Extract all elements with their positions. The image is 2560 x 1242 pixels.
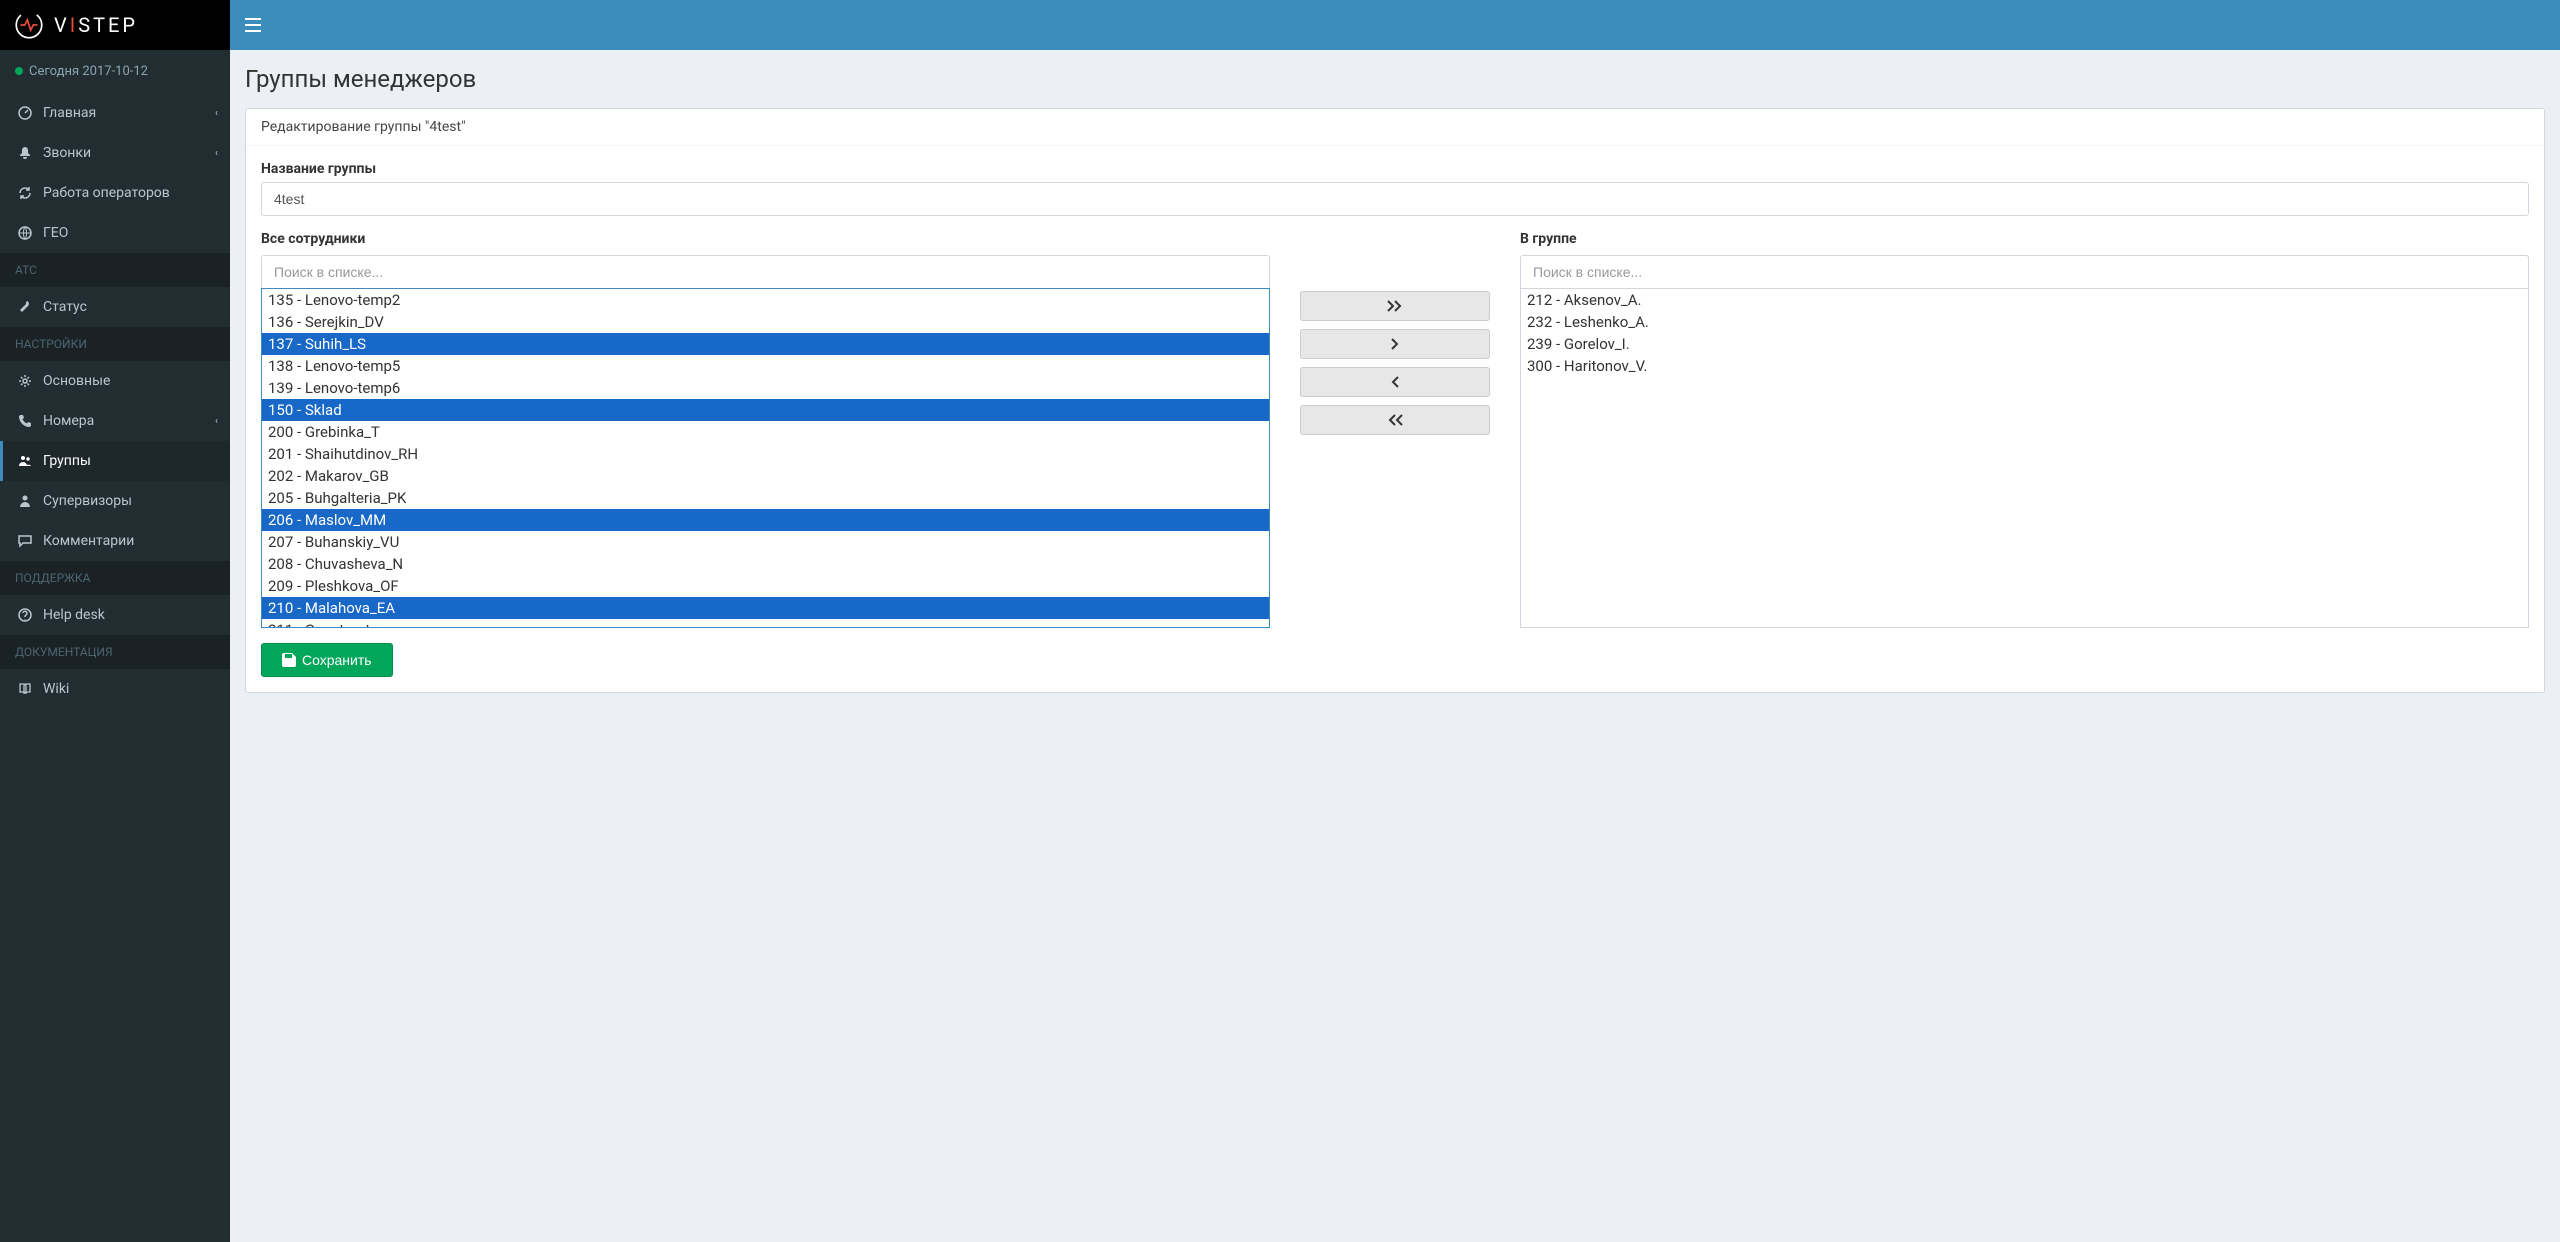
list-item[interactable]: 200 - Grebinka_T: [262, 421, 1269, 443]
status-dot-icon: [15, 67, 23, 75]
move-all-left-button[interactable]: [1300, 405, 1490, 435]
save-button[interactable]: Сохранить: [261, 643, 393, 677]
users-icon: [15, 454, 35, 468]
save-button-label: Сохранить: [302, 652, 372, 668]
topbar: [230, 0, 2560, 50]
sidebar-item-label: Wiki: [43, 681, 69, 697]
page-title: Группы менеджеров: [245, 65, 2545, 93]
list-item[interactable]: 138 - Lenovo-temp5: [262, 355, 1269, 377]
sidebar-item-wiki[interactable]: Wiki: [0, 669, 230, 709]
sidebar-item-label: Работа операторов: [43, 185, 170, 201]
bell-icon: [15, 146, 35, 160]
all-employees-list[interactable]: 135 - Lenovo-temp2136 - Serejkin_DV137 -…: [261, 288, 1270, 628]
sidebar-item-label: Комментарии: [43, 533, 134, 549]
nav-header-atc: АТС: [0, 253, 230, 287]
double-chevron-left-icon: [1387, 414, 1403, 426]
chevron-left-icon: ‹: [215, 416, 218, 427]
sidebar-item-статус[interactable]: Статус: [0, 287, 230, 327]
in-group-search-input[interactable]: [1520, 255, 2529, 288]
move-right-button[interactable]: [1300, 329, 1490, 359]
list-item[interactable]: 137 - Suhih_LS: [262, 333, 1269, 355]
list-item[interactable]: 201 - Shaihutdinov_RH: [262, 443, 1269, 465]
move-all-right-button[interactable]: [1300, 291, 1490, 321]
list-item[interactable]: 135 - Lenovo-temp2: [262, 289, 1269, 311]
sidebar-item-главная[interactable]: Главная ‹: [0, 93, 230, 133]
edit-panel: Редактирование группы "4test" Название г…: [245, 108, 2545, 693]
sidebar: VISTEP Сегодня 2017-10-12 Главная‹Звонки…: [0, 0, 230, 1242]
sidebar-item-label: Группы: [43, 453, 91, 469]
question-icon: [15, 608, 35, 622]
list-item[interactable]: 136 - Serejkin_DV: [262, 311, 1269, 333]
comment-icon: [15, 534, 35, 548]
chevron-right-icon: [1390, 338, 1400, 350]
panel-title: Редактирование группы "4test": [246, 109, 2544, 146]
sidebar-item-help-desk[interactable]: Help desk: [0, 595, 230, 635]
sidebar-item-звонки[interactable]: Звонки ‹: [0, 133, 230, 173]
hamburger-icon[interactable]: [245, 18, 261, 32]
sidebar-item-label: Звонки: [43, 145, 91, 161]
list-item[interactable]: 208 - Chuvasheva_N: [262, 553, 1269, 575]
list-item[interactable]: 210 - Malahova_EA: [262, 597, 1269, 619]
logo-icon: [12, 8, 46, 42]
sidebar-item-label: Супервизоры: [43, 493, 132, 509]
list-item[interactable]: 205 - Buhgalteria_PK: [262, 487, 1269, 509]
sidebar-item-label: ГЕО: [43, 225, 68, 241]
chevron-left-icon: ‹: [215, 108, 218, 119]
user-icon: [15, 494, 35, 508]
chevron-left-icon: ‹: [215, 148, 218, 159]
sidebar-item-label: Номера: [43, 413, 94, 429]
in-group-label: В группе: [1520, 231, 2529, 247]
list-item[interactable]: 239 - Gorelov_I.: [1521, 333, 2528, 355]
dashboard-icon: [15, 106, 35, 120]
nav-header-docs: ДОКУМЕНТАЦИЯ: [0, 635, 230, 669]
list-item[interactable]: 207 - Buhanskiy_VU: [262, 531, 1269, 553]
list-item[interactable]: 150 - Sklad: [262, 399, 1269, 421]
sidebar-item-комментарии[interactable]: Комментарии: [0, 521, 230, 561]
sidebar-item-label: Главная: [43, 105, 96, 121]
sidebar-item-основные[interactable]: Основные: [0, 361, 230, 401]
globe-icon: [15, 226, 35, 240]
logo-area[interactable]: VISTEP: [0, 0, 230, 50]
save-icon: [282, 653, 296, 667]
list-item[interactable]: 212 - Aksenov_A.: [1521, 289, 2528, 311]
sidebar-item-label: Статус: [43, 299, 87, 315]
main-content: Группы менеджеров Редактирование группы …: [230, 0, 2560, 708]
list-item[interactable]: 206 - Maslov_MM: [262, 509, 1269, 531]
gear-icon: [15, 374, 35, 388]
refresh-icon: [15, 186, 35, 200]
list-item[interactable]: 300 - Haritonov_V.: [1521, 355, 2528, 377]
sidebar-item-работа-операторов[interactable]: Работа операторов: [0, 173, 230, 213]
date-indicator: Сегодня 2017-10-12: [0, 50, 230, 93]
wrench-icon: [15, 300, 35, 314]
sidebar-item-супервизоры[interactable]: Супервизоры: [0, 481, 230, 521]
sidebar-item-гео[interactable]: ГЕО: [0, 213, 230, 253]
in-group-list[interactable]: 212 - Aksenov_A.232 - Leshenko_A.239 - G…: [1520, 288, 2529, 628]
group-name-label: Название группы: [261, 161, 2529, 177]
list-item[interactable]: 209 - Pleshkova_OF: [262, 575, 1269, 597]
all-employees-label: Все сотрудники: [261, 231, 1270, 247]
group-name-input[interactable]: [261, 182, 2529, 216]
all-employees-search-input[interactable]: [261, 255, 1270, 288]
sidebar-item-label: Основные: [43, 373, 110, 389]
nav-header-support: ПОДДЕРЖКА: [0, 561, 230, 595]
list-item[interactable]: 139 - Lenovo-temp6: [262, 377, 1269, 399]
nav-header-settings: НАСТРОЙКИ: [0, 327, 230, 361]
list-item[interactable]: 202 - Makarov_GB: [262, 465, 1269, 487]
list-item[interactable]: 232 - Leshenko_A.: [1521, 311, 2528, 333]
logo-text: VISTEP: [54, 13, 138, 37]
move-left-button[interactable]: [1300, 367, 1490, 397]
list-item[interactable]: 211 - Constructors: [262, 619, 1269, 628]
chevron-left-icon: [1390, 376, 1400, 388]
phone-icon: [15, 414, 35, 428]
sidebar-item-номера[interactable]: Номера ‹: [0, 401, 230, 441]
book-icon: [15, 682, 35, 696]
sidebar-item-label: Help desk: [43, 607, 105, 623]
double-chevron-right-icon: [1387, 300, 1403, 312]
sidebar-item-группы[interactable]: Группы: [0, 441, 230, 481]
